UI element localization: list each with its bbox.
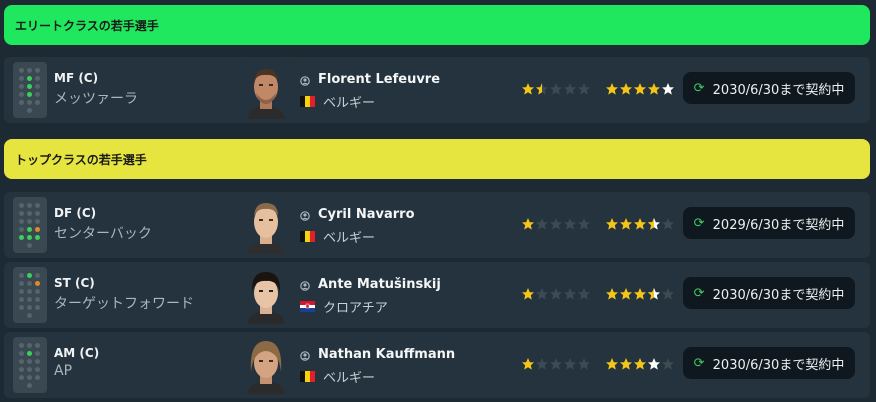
position-pitch-icon <box>13 337 47 393</box>
player-position: MF (C) <box>54 71 99 85</box>
potential-ability-stars <box>605 287 677 305</box>
player-position: DF (C) <box>54 206 97 220</box>
contract-text: 2029/6/30まで契約中 <box>712 217 845 233</box>
current-ability-stars <box>521 287 593 305</box>
nation-name: ベルギー <box>323 231 376 246</box>
position-pitch-icon <box>13 267 47 323</box>
player-role: AP <box>54 363 73 379</box>
contract-text: 2030/6/30まで契約中 <box>712 357 845 373</box>
player-portrait[interactable] <box>241 268 291 324</box>
person-icon <box>300 280 310 291</box>
current-ability-stars <box>521 82 593 100</box>
player-role: センターバック <box>54 226 152 242</box>
contract-status[interactable]: ⟳ 2030/6/30まで契約中 <box>683 347 855 379</box>
section-title: エリートクラスの若手選手 <box>15 18 159 33</box>
renew-icon: ⟳ <box>693 80 705 96</box>
player-name-text: Nathan Kauffmann <box>318 347 456 362</box>
nation-name: ベルギー <box>323 96 376 111</box>
player-nation: ベルギー <box>300 367 375 386</box>
player-position: AM (C) <box>54 346 100 360</box>
belgium-flag-icon <box>300 96 315 107</box>
player-nation: ベルギー <box>300 227 375 246</box>
contract-status[interactable]: ⟳ 2030/6/30まで契約中 <box>683 72 855 104</box>
player-name-text: Cyril Navarro <box>318 207 415 222</box>
section-header-top: トップクラスの若手選手 <box>4 139 870 179</box>
position-pitch-icon <box>13 197 47 253</box>
person-icon <box>300 210 310 221</box>
contract-text: 2030/6/30まで契約中 <box>712 287 845 303</box>
player-name[interactable]: Ante Matušinskij <box>300 277 441 292</box>
contract-text: 2030/6/30まで契約中 <box>712 82 845 98</box>
person-icon <box>300 75 310 86</box>
belgium-flag-icon <box>300 231 315 242</box>
renew-icon: ⟳ <box>693 355 705 371</box>
position-pitch-icon <box>13 62 47 118</box>
player-portrait[interactable] <box>241 198 291 254</box>
renew-icon: ⟳ <box>693 285 705 301</box>
player-role: メッツァーラ <box>54 91 138 107</box>
nation-name: ベルギー <box>323 371 376 386</box>
star-icon <box>522 83 534 95</box>
player-name[interactable]: Nathan Kauffmann <box>300 347 455 362</box>
player-row[interactable]: ST (C) ターゲットフォワード Ante Matušinskij クロアチア <box>4 262 870 328</box>
contract-status[interactable]: ⟳ 2029/6/30まで契約中 <box>683 207 855 239</box>
current-ability-stars <box>521 217 593 235</box>
section-title: トップクラスの若手選手 <box>15 152 147 167</box>
potential-ability-stars <box>605 82 677 100</box>
potential-ability-stars <box>605 217 677 235</box>
player-row[interactable]: DF (C) センターバック Cyril Navarro ベルギー ⟳ 2029… <box>4 192 870 258</box>
renew-icon: ⟳ <box>693 215 705 231</box>
nation-name: クロアチア <box>323 301 388 316</box>
player-nation: クロアチア <box>300 297 388 316</box>
section-header-elite: エリートクラスの若手選手 <box>4 5 870 45</box>
player-position: ST (C) <box>54 276 95 290</box>
player-role: ターゲットフォワード <box>54 296 194 312</box>
player-portrait[interactable] <box>241 63 291 119</box>
contract-status[interactable]: ⟳ 2030/6/30まで契約中 <box>683 277 855 309</box>
player-portrait[interactable] <box>241 338 291 394</box>
player-name[interactable]: Cyril Navarro <box>300 207 415 222</box>
croatia-flag-icon <box>300 301 315 312</box>
player-name-text: Florent Lefeuvre <box>318 72 441 87</box>
player-name[interactable]: Florent Lefeuvre <box>300 72 440 87</box>
player-row[interactable]: AM (C) AP Nathan Kauffmann ベルギー ⟳ 2030/6… <box>4 332 870 398</box>
player-name-text: Ante Matušinskij <box>318 277 441 292</box>
belgium-flag-icon <box>300 371 315 382</box>
player-row[interactable]: MF (C) メッツァーラ Florent Lefeuvre ベルギー ⟳ 20… <box>4 57 870 123</box>
person-icon <box>300 350 310 361</box>
potential-ability-stars <box>605 357 677 375</box>
current-ability-stars <box>521 357 593 375</box>
player-nation: ベルギー <box>300 92 375 111</box>
